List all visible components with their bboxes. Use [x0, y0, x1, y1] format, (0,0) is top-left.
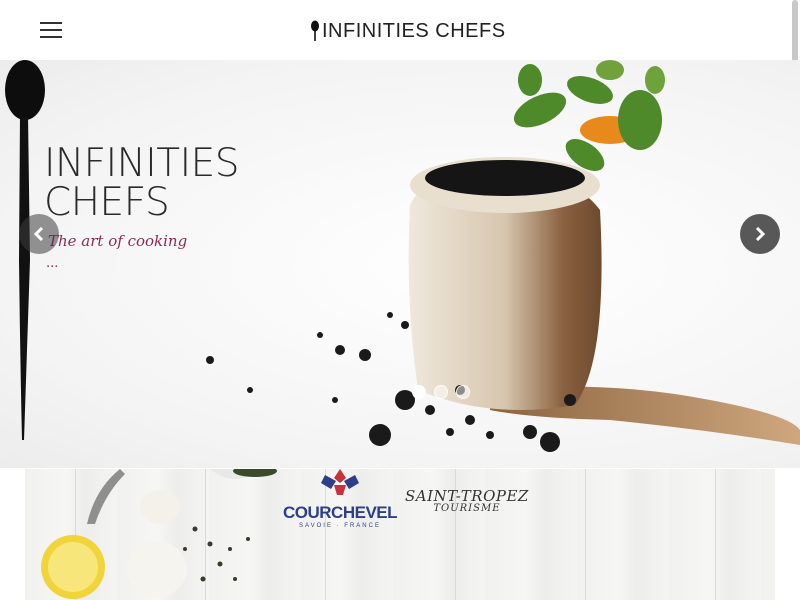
spoon-icon — [310, 20, 320, 42]
courchevel-logo-link[interactable]: COURCHEVEL SAVOIE · FRANCE — [283, 469, 398, 529]
slider-next-button[interactable] — [740, 214, 780, 254]
slider-indicators — [412, 385, 470, 399]
chevron-left-icon — [33, 227, 44, 241]
hero-slider: INFINITIES CHEFS The art of cooking ... — [0, 60, 800, 468]
chevron-right-icon — [755, 227, 766, 241]
hamburger-menu-icon[interactable] — [40, 21, 62, 39]
plated-dish-image — [206, 60, 800, 452]
brand-name: INFINITIES CHEFS — [322, 19, 506, 42]
kitchen-ingredients-image — [41, 469, 277, 599]
slider-prev-button[interactable] — [19, 214, 59, 254]
hero-tagline: The art of cooking — [48, 232, 188, 250]
hero-title: INFINITIES CHEFS — [44, 141, 240, 225]
partners-section: COURCHEVEL SAVOIE · FRANCE SAINT-TROPEZ … — [25, 469, 775, 600]
slide-indicator-1[interactable] — [412, 385, 426, 399]
hero-title-line2: CHEFS — [44, 180, 170, 225]
hero-tagline-dots: ... — [46, 256, 59, 271]
saint-tropez-logo-link[interactable]: SAINT-TROPEZ TOURISME — [405, 487, 529, 514]
hero-title-line1: INFINITIES — [44, 141, 240, 186]
brand-logo-link[interactable]: INFINITIES CHEFS — [310, 18, 506, 44]
slide-indicator-3[interactable] — [456, 385, 470, 399]
site-header: INFINITIES CHEFS — [0, 0, 800, 62]
page-scrollbar[interactable] — [792, 0, 798, 62]
courchevel-name: COURCHEVEL — [283, 503, 398, 522]
snowflake-logo-icon — [321, 469, 359, 495]
slide-indicator-2[interactable] — [434, 385, 448, 399]
courchevel-subtitle: SAVOIE · FRANCE — [299, 523, 381, 529]
